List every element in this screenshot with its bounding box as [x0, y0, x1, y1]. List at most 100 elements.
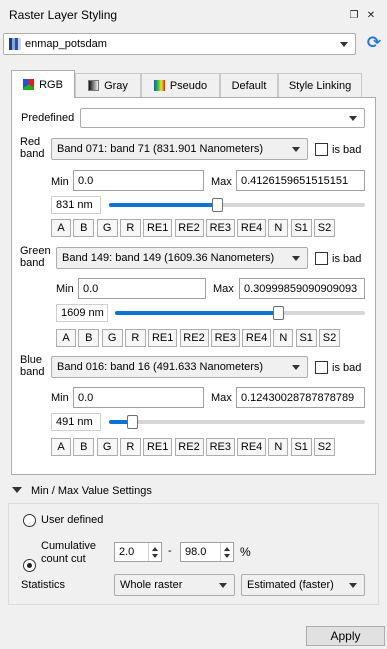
red-band-button-g[interactable]: G: [96, 219, 118, 237]
red-band-button-s1[interactable]: S1: [290, 219, 312, 237]
green-wavelength-field: 1609 nm: [56, 304, 108, 322]
green-band-button-r[interactable]: R: [124, 329, 146, 347]
red-band-button-a[interactable]: A: [51, 219, 71, 237]
blue-band-button-s1[interactable]: S1: [290, 438, 312, 456]
pseudocolor-icon: [153, 80, 165, 91]
green-band-button-n[interactable]: N: [273, 329, 294, 347]
blue-band-button-re3[interactable]: RE3: [205, 438, 235, 456]
blue-band-button-a[interactable]: A: [51, 438, 71, 456]
red-band-button-n[interactable]: N: [268, 219, 289, 237]
red-band-button-r[interactable]: R: [119, 219, 141, 237]
green-band-button-re1[interactable]: RE1: [148, 329, 178, 347]
red-is-bad-checkbox[interactable]: [315, 143, 328, 156]
blue-min-label: Min: [51, 392, 69, 404]
green-band-button-b[interactable]: B: [78, 329, 100, 347]
rgb-tab-panel: Predefined Red band Band 071: band 71 (8…: [11, 97, 376, 475]
blue-band-button-s2[interactable]: S2: [314, 438, 335, 456]
tab-pseudo[interactable]: Pseudo: [141, 73, 220, 97]
blue-band-button-g[interactable]: G: [96, 438, 118, 456]
cut-separator: -: [168, 545, 172, 557]
green-band-button-g[interactable]: G: [101, 329, 123, 347]
user-defined-radio[interactable]: [23, 514, 36, 527]
panel-title: Raster Layer Styling: [9, 8, 118, 22]
green-band-button-re3[interactable]: RE3: [210, 329, 240, 347]
tab-gray[interactable]: Gray: [75, 73, 141, 97]
layer-name: enmap_potsdam: [25, 38, 107, 50]
float-icon[interactable]: ❐: [346, 8, 362, 22]
red-min-input[interactable]: 0.0: [73, 170, 204, 191]
blue-max-input[interactable]: 0.12430028787878789: [236, 387, 365, 408]
blue-band-select[interactable]: Band 016: band 16 (491.633 Nanometers): [51, 356, 308, 378]
tab-default[interactable]: Default: [220, 73, 278, 97]
green-band-button-re4[interactable]: RE4: [242, 329, 272, 347]
cut-low-spinbox[interactable]: 2.0: [114, 542, 162, 562]
predefined-select[interactable]: [80, 108, 365, 128]
spin-arrows-icon[interactable]: [148, 543, 161, 561]
refresh-icon[interactable]: ⟳: [364, 33, 384, 53]
minmax-header[interactable]: Min / Max Value Settings: [31, 485, 152, 497]
blue-is-bad-label: is bad: [332, 362, 362, 374]
green-band-button-a[interactable]: A: [56, 329, 76, 347]
blue-band-button-re4[interactable]: RE4: [237, 438, 267, 456]
green-slider-track[interactable]: [115, 311, 365, 315]
layer-select[interactable]: enmap_potsdam: [3, 33, 356, 55]
blue-band-button-re2[interactable]: RE2: [174, 438, 204, 456]
red-band-button-b[interactable]: B: [73, 219, 95, 237]
red-band-button-re4[interactable]: RE4: [237, 219, 267, 237]
predefined-label: Predefined: [21, 112, 75, 124]
green-band-button-re2[interactable]: RE2: [179, 329, 209, 347]
cumulative-count-label: Cumulative count cut: [41, 540, 97, 565]
red-wavelength-field: 831 nm: [51, 196, 101, 214]
red-min-label: Min: [51, 176, 69, 188]
red-band-button-re1[interactable]: RE1: [143, 219, 173, 237]
red-band-select[interactable]: Band 071: band 71 (831.901 Nanometers): [51, 138, 308, 160]
red-band-button-re3[interactable]: RE3: [205, 219, 235, 237]
tab-style-linking[interactable]: Style Linking: [278, 73, 362, 97]
green-slider-handle[interactable]: [272, 306, 284, 320]
red-max-label: Max: [211, 176, 232, 188]
apply-button[interactable]: Apply: [306, 626, 385, 646]
green-max-input[interactable]: 0.30999859090909093: [239, 278, 365, 299]
green-band-button-s1[interactable]: S1: [295, 329, 317, 347]
blue-slider-handle[interactable]: [127, 415, 139, 429]
chevron-down-icon: [349, 116, 357, 121]
chevron-down-icon: [292, 256, 300, 261]
red-slider-handle[interactable]: [211, 198, 223, 212]
green-band-button-s2[interactable]: S2: [319, 329, 340, 347]
green-slider-fill: [115, 311, 278, 315]
red-band-button-re2[interactable]: RE2: [174, 219, 204, 237]
blue-band-label: Blue band: [20, 354, 45, 378]
red-max-input[interactable]: 0.4126159651515151: [236, 170, 365, 191]
blue-is-bad-checkbox[interactable]: [315, 361, 328, 374]
rgb-icon: [23, 79, 35, 90]
blue-wavelength-field: 491 nm: [51, 413, 101, 431]
percent-label: %: [240, 545, 251, 559]
blue-slider-track[interactable]: [109, 420, 365, 424]
red-band-button-s2[interactable]: S2: [314, 219, 335, 237]
blue-band-button-n[interactable]: N: [268, 438, 289, 456]
green-max-label: Max: [213, 283, 234, 295]
statistics-extent-select[interactable]: Whole raster: [114, 574, 235, 596]
close-icon[interactable]: ✕: [363, 8, 379, 22]
statistics-accuracy-select[interactable]: Estimated (faster): [241, 574, 365, 596]
blue-min-input[interactable]: 0.0: [73, 387, 204, 408]
chevron-down-icon: [292, 365, 300, 370]
green-is-bad-checkbox[interactable]: [315, 252, 328, 265]
tab-rgb[interactable]: RGB: [11, 70, 75, 98]
red-slider-track[interactable]: [109, 203, 365, 207]
red-slider-fill: [109, 203, 217, 207]
cumulative-count-radio[interactable]: [23, 559, 36, 572]
green-band-label: Green band: [20, 245, 51, 269]
blue-band-button-b[interactable]: B: [73, 438, 95, 456]
chevron-down-icon: [219, 583, 227, 588]
cut-high-spinbox[interactable]: 98.0: [180, 542, 234, 562]
spin-arrows-icon[interactable]: [220, 543, 233, 561]
blue-band-button-r[interactable]: R: [119, 438, 141, 456]
chevron-down-icon: [349, 583, 357, 588]
green-min-input[interactable]: 0.0: [78, 278, 206, 299]
blue-band-button-re1[interactable]: RE1: [143, 438, 173, 456]
collapse-arrow-icon[interactable]: [12, 487, 22, 493]
raster-layer-icon: [9, 38, 21, 50]
chevron-down-icon: [292, 147, 300, 152]
green-band-select[interactable]: Band 149: band 149 (1609.36 Nanometers): [56, 247, 308, 269]
